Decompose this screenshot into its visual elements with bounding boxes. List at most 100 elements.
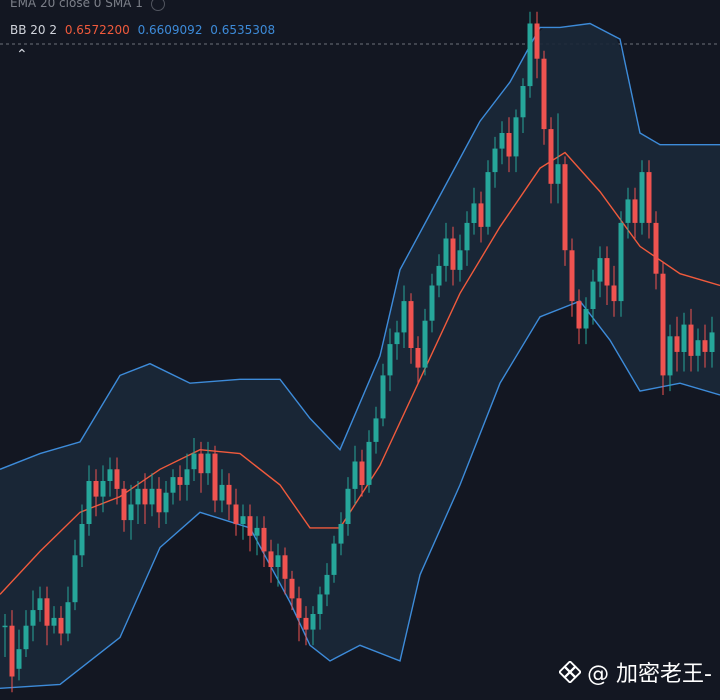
candle-down [303,617,309,630]
candle-up [590,281,596,309]
candle-down [408,301,414,348]
candle-down [289,578,295,599]
bb-legend[interactable]: BB 20 2 0.6572200 0.6609092 0.6535308 [10,23,279,37]
bb-label: BB 20 2 [10,23,57,37]
candle-up [443,238,449,266]
candle-up [436,265,442,286]
candle-up [520,86,526,118]
candle-up [513,117,519,157]
candle-up [324,574,330,595]
candle-down [576,301,582,329]
candle-down [506,133,512,157]
watermark: @ 加密老王- [559,656,712,688]
candle-down [646,172,652,223]
candle-down [562,164,568,251]
candle-up [275,555,281,567]
band-fill [0,24,720,689]
candle-down [226,484,232,505]
candle-up [583,308,589,329]
candlestick-chart[interactable] [0,0,720,700]
bollinger-bands [0,22,720,689]
chevron-up-icon: ⌃ [16,47,28,63]
candle-down [142,488,148,505]
candle-up [128,504,134,521]
candle-down [247,516,253,536]
candle-up [394,332,400,345]
collapse-legend-button[interactable]: ⌃ [16,47,28,63]
candle-up [184,469,190,485]
candle-up [16,649,22,669]
eye-icon[interactable] [150,0,165,11]
candle-up [492,148,498,173]
candle-down [282,555,288,579]
candle-up [352,461,358,489]
candle-up [366,441,372,485]
candle-up [485,172,491,227]
chart-root: EMA 20 close 0 SMA 1 BB 20 2 0.6572200 0… [0,0,720,700]
candle-down [114,469,120,489]
candle-up [163,492,169,513]
candle-up [555,164,561,184]
candle-down [177,477,183,485]
ema-legend[interactable]: EMA 20 close 0 SMA 1 [10,0,169,11]
candle-down [569,250,575,302]
candle-up [135,488,141,505]
candle-up [331,543,337,575]
candle-down [632,199,638,223]
candle-down [233,504,239,525]
candle-down [674,336,680,352]
candle-up [107,469,113,481]
candle-down [660,273,666,376]
candle-up [422,320,428,368]
candle-down [296,598,302,618]
bb-upper-value: 0.6609092 [137,23,203,37]
candle-up [317,594,323,614]
candle-up [72,555,78,603]
candle-down [198,453,204,474]
candle-down [359,461,365,485]
candle-down [702,340,708,352]
candle-up [527,23,533,87]
candle-up [30,610,36,626]
candle-up [597,258,603,282]
candle-up [464,222,470,251]
candle-down [653,222,659,274]
candle-up [380,375,386,419]
candle-up [191,453,197,470]
candle-down [261,527,267,552]
candle-up [2,625,8,628]
bb-lower-value: 0.6535308 [210,23,276,37]
candle-down [478,203,484,227]
candle-up [86,481,92,524]
candle-up [618,222,624,302]
candle-up [240,516,246,524]
candle-up [639,172,645,223]
ema-label: EMA 20 close 0 SMA 1 [10,0,143,10]
candle-down [450,238,456,270]
candle-up [429,285,435,321]
candle-up [79,524,85,556]
candle-up [709,332,715,352]
candle-up [338,524,344,544]
candle-up [23,625,29,650]
candle-up [345,488,351,524]
candle-down [548,129,554,184]
watermark-text: @ 加密老王- [587,662,712,687]
candle-down [604,258,610,286]
candle-up [37,598,43,610]
candle-up [170,477,176,493]
candle-down [415,348,421,368]
candle-up [51,617,57,626]
candle-down [268,551,274,567]
candle-up [667,336,673,376]
binance-logo [559,661,582,683]
candle-down [611,285,617,302]
candle-up [387,344,393,376]
candle-down [212,453,218,501]
candle-down [93,481,99,497]
candle-up [625,199,631,223]
candle-up [457,250,463,270]
candle-up [471,203,477,223]
candle-down [44,598,50,626]
candle-up [401,301,407,333]
